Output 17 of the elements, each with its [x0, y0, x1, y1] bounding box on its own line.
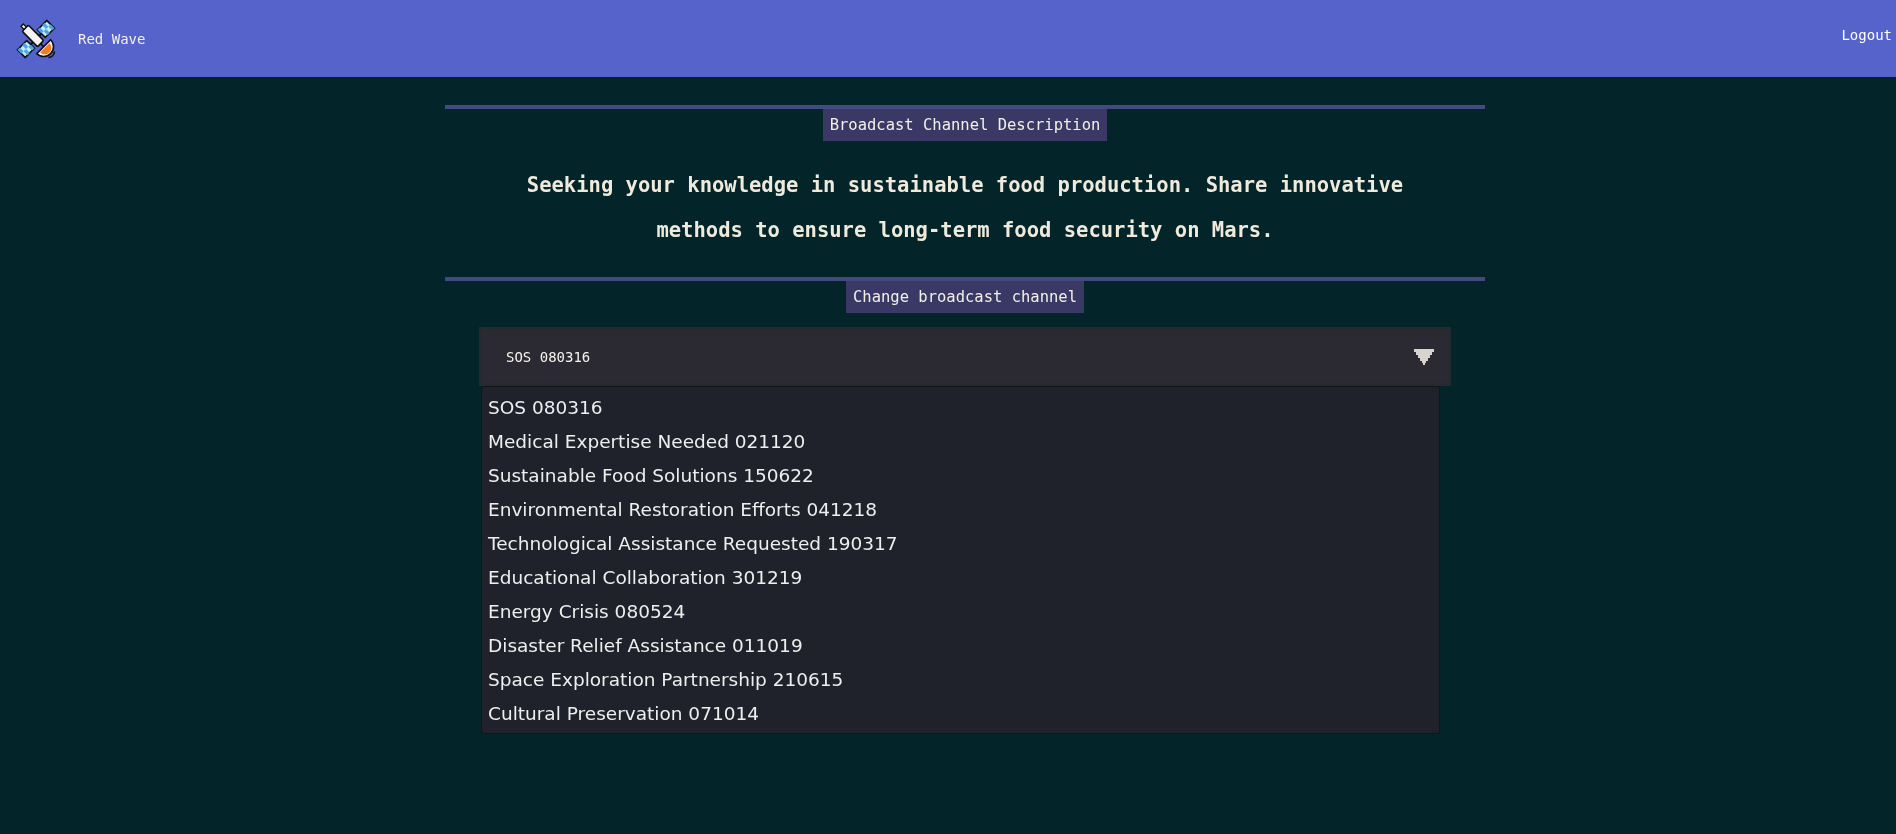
caret-icon: [1414, 348, 1434, 365]
dropdown-option[interactable]: Disaster Relief Assistance 011019: [482, 629, 1439, 663]
section-label: Broadcast Channel Description: [822, 109, 1108, 141]
channel-select[interactable]: SOS 080316: [479, 327, 1451, 386]
dropdown-option[interactable]: Cultural Preservation 071014: [482, 697, 1439, 731]
brand-name: Red Wave: [78, 30, 146, 47]
dropdown-option[interactable]: Energy Crisis 080524: [482, 595, 1439, 629]
dropdown-option[interactable]: Space Exploration Partnership 210615: [482, 663, 1439, 697]
dropdown-option[interactable]: SOS 080316: [482, 391, 1439, 425]
channel-description: Seeking your knowledge in sustainable food production. Share innovative methods to ensure long-term food security on Mars.: [525, 172, 1405, 244]
dropdown-option[interactable]: Medical Expertise Needed 021120: [482, 425, 1439, 459]
dropdown-option[interactable]: Sustainable Food Solutions 150622: [482, 459, 1439, 493]
dropdown-option[interactable]: Environmental Restoration Efforts 041218: [482, 493, 1439, 527]
section-label: Change broadcast channel: [846, 281, 1084, 313]
logout-link[interactable]: Logout: [1841, 26, 1892, 51]
dropdown-option[interactable]: Technological Assistance Requested 190317: [482, 527, 1439, 561]
dropdown-option[interactable]: Educational Collaboration 301219: [482, 561, 1439, 595]
